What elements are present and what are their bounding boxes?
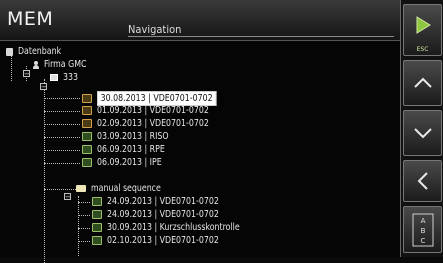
app-name: MEM [7, 8, 54, 30]
tree-connector [44, 189, 80, 190]
tree-node-test[interactable]: 06.09.2013 | IPE [82, 156, 167, 169]
tree-connector [44, 111, 80, 112]
svg-text:B: B [420, 227, 425, 235]
tree-connector [44, 79, 45, 263]
tree-node-label: 03.09.2013 | RISO [97, 131, 169, 142]
tree-connector [44, 150, 80, 151]
tree-node-database[interactable]: Datenbank [6, 45, 65, 58]
tree-node-test[interactable]: 24.09.2013 | VDE0701-0702 [92, 208, 229, 221]
collapse-toggle[interactable]: − [40, 83, 47, 91]
svg-text:C: C [420, 237, 425, 245]
down-icon [413, 128, 432, 139]
tree-node-sequence[interactable]: manual sequence [76, 182, 167, 195]
tree-connector [44, 137, 80, 138]
collapse-toggle[interactable]: − [23, 70, 30, 78]
tree-node-label: manual sequence [91, 183, 161, 194]
start-button[interactable]: ESC [403, 4, 442, 56]
back-icon [417, 172, 428, 190]
test-pass-icon [92, 210, 102, 219]
tree-node-label: 02.09.2013 | VDE0701-0702 [97, 118, 209, 129]
test-warning-icon [82, 94, 92, 103]
back-button[interactable] [403, 160, 442, 202]
tree-connector [78, 228, 90, 229]
tree-node-label: 24.09.2013 | VDE0701-0702 [107, 196, 219, 207]
tree-node-label: 02.10.2013 | VDE0701-0702 [107, 235, 219, 246]
tree-node-test[interactable]: 03.09.2013 | RISO [82, 130, 175, 143]
test-pass-icon [82, 145, 92, 154]
start-label: ESC [416, 46, 429, 53]
scroll-down-button[interactable] [403, 110, 442, 156]
tree-node-test[interactable]: 02.10.2013 | VDE0701-0702 [92, 234, 229, 247]
page-title: Navigation [128, 23, 182, 36]
tree-node-test[interactable]: 06.09.2013 | RPE [82, 143, 171, 156]
test-pass-icon [92, 223, 102, 232]
collapse-toggle[interactable]: − [64, 193, 71, 201]
tree-node-customer[interactable]: Firma GMC [33, 58, 90, 71]
folder-icon [76, 185, 86, 192]
tree-node-label: 01.09.2013 | VDE0701-0702 [97, 105, 209, 116]
tree-connector [78, 241, 90, 242]
device-icon [50, 74, 58, 81]
tree-node-label: 06.09.2013 | IPE [97, 157, 162, 168]
tree-node-label: 30.09.2013 | Kurzschlusskontrolle [107, 222, 240, 233]
scroll-up-button[interactable] [403, 60, 442, 106]
tree-connector [44, 98, 80, 99]
navigation-tree: − − − Datenbank Firma GMC 333 30.08.2013… [0, 41, 400, 263]
test-pass-icon [82, 132, 92, 141]
tree-node-label: Firma GMC [44, 59, 87, 70]
tree-connector [78, 196, 79, 256]
tree-node-label: 333 [63, 72, 79, 83]
tree-node-test[interactable]: 02.09.2013 | VDE0701-0702 [82, 117, 219, 130]
test-pass-icon [92, 197, 102, 206]
tree-node-test[interactable]: 24.09.2013 | VDE0701-0702 [92, 195, 229, 208]
database-icon [6, 47, 13, 56]
tree-connector [78, 215, 90, 216]
tree-node-test[interactable]: 01.09.2013 | VDE0701-0702 [82, 104, 219, 117]
test-pass-icon [82, 158, 92, 167]
tree-node-label: 24.09.2013 | VDE0701-0702 [107, 209, 219, 220]
tree-connector [44, 163, 80, 164]
title-bar: MEM Navigation [0, 0, 400, 41]
abc-keyboard-icon: A B C [412, 213, 433, 246]
up-icon [413, 77, 432, 88]
tree-node-test[interactable]: 30.08.2013 | VDE0701-0702 [82, 91, 227, 106]
tree-node-label: Datenbank [18, 46, 62, 57]
svg-text:A: A [420, 217, 425, 225]
soft-key-bar: ESC A B C [400, 0, 443, 257]
tree-node-test[interactable]: 30.09.2013 | Kurzschlusskontrolle [92, 221, 251, 234]
tree-connector [44, 124, 80, 125]
start-icon [416, 16, 431, 34]
tree-connector [78, 202, 90, 203]
tree-node-label: 06.09.2013 | RPE [97, 144, 165, 155]
tree-node-device[interactable]: 333 [50, 71, 79, 84]
keyboard-button[interactable]: A B C [403, 206, 442, 253]
test-warning-icon [82, 119, 92, 128]
title-underline [128, 36, 394, 37]
test-warning-icon [82, 106, 92, 115]
test-pass-icon [92, 236, 102, 245]
customer-icon [33, 60, 39, 69]
